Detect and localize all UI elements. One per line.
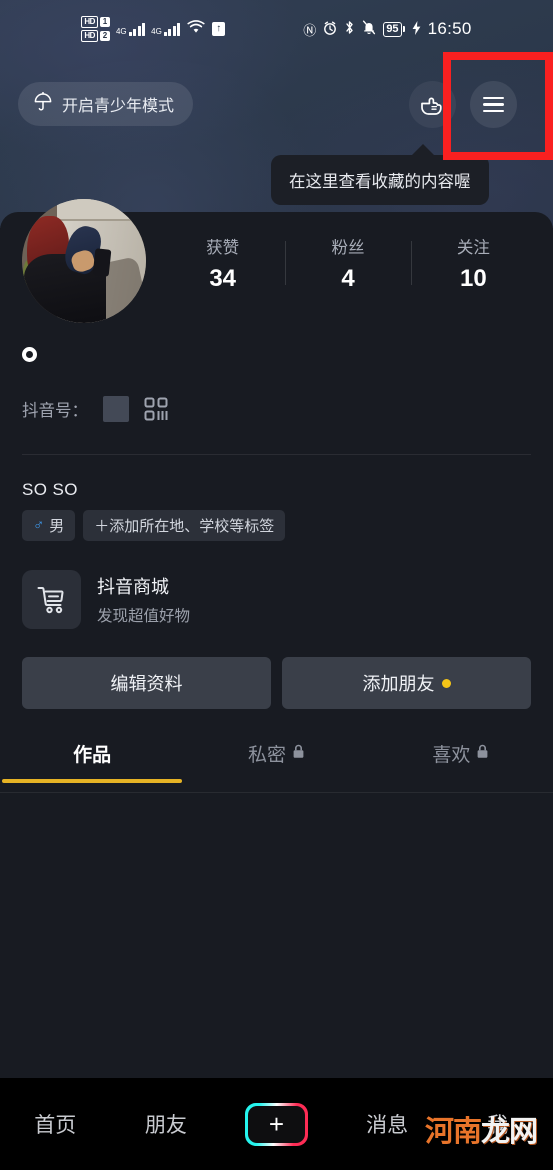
stat-likes[interactable]: 获赞 34 (160, 234, 285, 293)
gender-tag[interactable]: ♂ 男 (22, 510, 76, 541)
stat-label: 粉丝 (331, 239, 365, 257)
avatar[interactable] (22, 199, 146, 323)
stat-label: 关注 (456, 239, 490, 257)
network-type-label-1: 4G (115, 26, 127, 36)
status-bar-right: Ⓝ 95 16:50 (303, 19, 471, 39)
lock-icon (292, 743, 305, 765)
nav-item-create[interactable]: + (221, 1102, 332, 1146)
pointing-hand-icon[interactable] (409, 81, 456, 128)
battery-level-label: 95 (383, 21, 402, 37)
stat-value: 10 (459, 265, 487, 292)
wifi-icon (187, 19, 205, 39)
signal-indicator-1: 4G (115, 22, 146, 36)
dual-sim-hd-indicator: HD 1 HD 2 (81, 16, 110, 42)
male-symbol-icon: ♂ (33, 517, 45, 534)
status-bar-left: HD 1 HD 2 4G 4G ↑ (81, 16, 226, 42)
signal-bars-icon-1 (128, 22, 146, 36)
shopping-cart-icon (22, 570, 81, 629)
douyin-profile-screen: HD 1 HD 2 4G 4G ↑ Ⓝ 95 16:50 开启青少年模式 在这里… (0, 0, 553, 1170)
stat-value: 34 (209, 265, 237, 292)
watermark-part3: 网 (508, 1114, 538, 1148)
douyin-id-redacted-value (103, 396, 129, 422)
edit-profile-button[interactable]: 编辑资料 (22, 657, 271, 709)
battery-indicator: 95 (383, 21, 405, 37)
nav-item-home[interactable]: 首页 (0, 1109, 111, 1139)
tab-label: 私密 (247, 745, 286, 766)
create-button[interactable]: + (244, 1102, 308, 1146)
profile-tags: ♂ 男 ＋添加所在地、学校等标签 (22, 510, 286, 541)
add-tag-button[interactable]: ＋添加所在地、学校等标签 (83, 510, 286, 541)
favorites-tooltip: 在这里查看收藏的内容喔 (271, 144, 489, 205)
tab-likes[interactable]: 喜欢 (369, 740, 553, 783)
add-friend-badge-dot (441, 678, 451, 688)
sim-number-1: 1 (99, 17, 110, 27)
signal-bars-icon-2 (163, 22, 181, 36)
hd-badge-1: HD (81, 16, 98, 28)
tab-private[interactable]: 私密 (184, 740, 368, 783)
add-tag-label: ＋添加所在地、学校等标签 (94, 518, 275, 535)
battery-cap (402, 26, 405, 32)
youth-mode-label: 开启青少年模式 (62, 98, 175, 115)
nfc-icon: Ⓝ (303, 22, 317, 38)
watermark-part1: 河南 (424, 1114, 482, 1148)
charging-bolt-icon (412, 20, 421, 38)
umbrella-icon (33, 91, 53, 117)
gender-tag-label: 男 (49, 518, 65, 535)
add-friend-label: 添加朋友 (362, 674, 435, 694)
tab-works[interactable]: 作品 (0, 740, 184, 783)
hamburger-menu-icon[interactable] (470, 81, 517, 128)
hamburger-lines (483, 93, 504, 117)
qr-code-icon[interactable] (144, 397, 168, 421)
stat-value: 4 (341, 265, 355, 292)
mall-title: 抖音商城 (97, 577, 169, 597)
bluetooth-icon (344, 20, 355, 38)
upload-arrow-icon: ↑ (212, 22, 226, 36)
section-divider (22, 454, 531, 455)
nav-item-friends[interactable]: 朋友 (111, 1109, 222, 1139)
profile-card: 获赞 34 粉丝 4 关注 10 抖音号： SO SO ♂ 男 ＋添加所在地、学… (0, 199, 553, 1170)
signal-indicator-2: 4G (151, 22, 181, 36)
add-friend-button[interactable]: 添加朋友 (282, 657, 531, 709)
tab-label: 作品 (73, 745, 112, 766)
profile-tabs: 作品 私密 喜欢 (0, 740, 553, 783)
profile-action-buttons: 编辑资料 添加朋友 (22, 657, 531, 709)
douyin-mall-entry[interactable]: 抖音商城 发现超值好物 (22, 570, 190, 629)
profile-stats: 获赞 34 粉丝 4 关注 10 (160, 234, 536, 293)
works-content-empty-area (0, 793, 553, 1089)
username-masked-glyph (22, 347, 37, 362)
clock-label: 16:50 (427, 19, 472, 38)
douyin-id-row[interactable]: 抖音号： (22, 396, 168, 422)
hd-badge-2: HD (81, 30, 98, 42)
site-watermark: 河南龙网 (424, 1108, 538, 1150)
avatar-photo (22, 199, 146, 323)
douyin-id-label: 抖音号： (22, 402, 88, 420)
tab-label: 喜欢 (432, 745, 471, 766)
mute-bell-icon (362, 20, 376, 38)
stat-label: 获赞 (206, 239, 240, 257)
sim-number-2: 2 (99, 31, 110, 41)
mall-subtitle: 发现超值好物 (97, 608, 191, 625)
youth-mode-button[interactable]: 开启青少年模式 (18, 82, 194, 126)
edit-profile-label: 编辑资料 (110, 674, 183, 694)
stat-following[interactable]: 关注 10 (410, 234, 536, 293)
alarm-icon (323, 21, 337, 38)
bio-text[interactable]: SO SO (22, 480, 78, 500)
network-type-label-2: 4G (151, 26, 162, 36)
stat-followers[interactable]: 粉丝 4 (285, 234, 410, 293)
lock-icon (476, 743, 489, 765)
watermark-part2: 龙 (480, 1114, 510, 1148)
plus-icon: + (268, 1109, 285, 1139)
mall-text-group: 抖音商城 发现超值好物 (97, 573, 190, 626)
status-bar: HD 1 HD 2 4G 4G ↑ Ⓝ 95 16:50 (0, 0, 553, 58)
username-row (22, 347, 37, 362)
tooltip-text: 在这里查看收藏的内容喔 (289, 173, 471, 191)
